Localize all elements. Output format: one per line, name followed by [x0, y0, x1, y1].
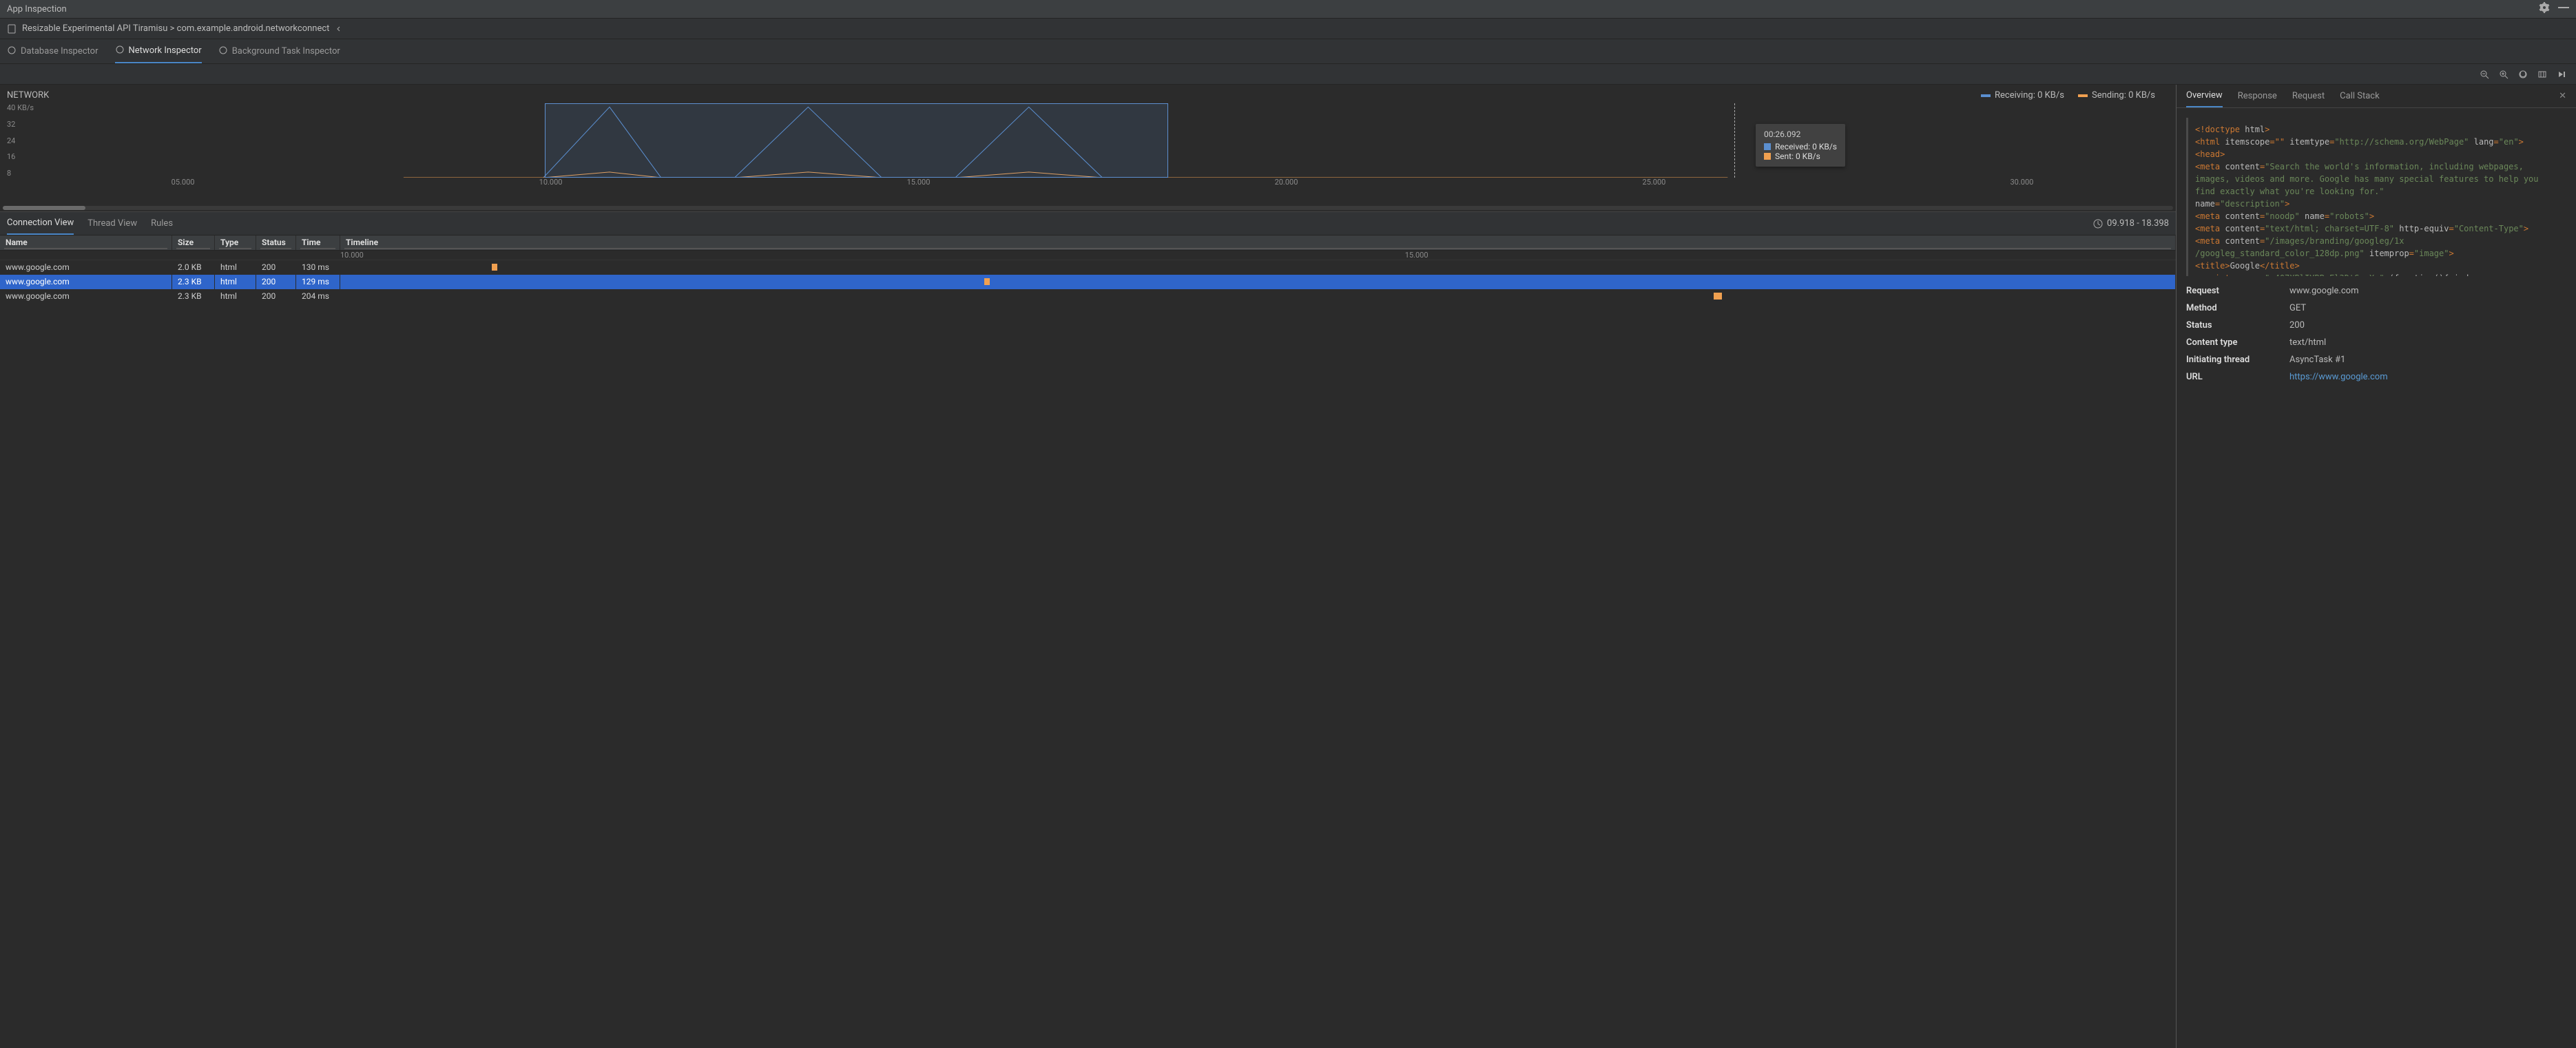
cursor-line [1734, 103, 1735, 178]
tab-label: Network Inspector [129, 45, 202, 56]
detail-key-request: Request [2186, 286, 2289, 296]
inspector-tab-background-task-inspector[interactable]: Background Task Inspector [218, 39, 340, 63]
network-title: NETWORK [7, 90, 49, 101]
detail-key-initiating-thread: Initiating thread [2186, 355, 2289, 365]
connection-tabs-row: Connection View Thread View Rules 09.918 -… [0, 212, 2176, 235]
column-header-time[interactable]: Time [296, 235, 340, 250]
zoom-in-button[interactable] [2496, 67, 2511, 82]
legend-sending: Sending: 0 KB/s [2078, 90, 2155, 101]
gear-icon[interactable] [2539, 2, 2550, 16]
request-details: Requestwww.google.comMethodGETStatus200C… [2177, 286, 2576, 392]
legend-receiving: Receiving: 0 KB/s [1981, 90, 2064, 101]
network-icon [115, 45, 125, 57]
column-header-name[interactable]: Name [0, 235, 172, 250]
database-icon [7, 45, 17, 58]
time-range-indicator: 09.918 - 18.398 [2093, 218, 2169, 229]
hover-tooltip: 00:26.092 Received: 0 KB/sSent: 0 KB/s [1756, 124, 1845, 167]
detail-value-request: www.google.com [2289, 286, 2566, 296]
list-icon [218, 45, 228, 58]
timeline-toolbar [0, 64, 2576, 85]
inspector-tabs: Database Inspector Network Inspector Backg… [0, 39, 2576, 64]
table-row[interactable]: www.google.com2.0 KBhtml200130 ms [0, 260, 2176, 275]
jump-to-latest-button[interactable] [2554, 67, 2569, 82]
detail-value-content-type: text/html [2289, 337, 2566, 348]
detail-tab-call-stack[interactable]: Call Stack [2340, 85, 2380, 107]
detail-tabs: Overview Response Request Call Stack ✕ [2177, 85, 2576, 108]
chart-scrollbar[interactable] [3, 206, 2173, 210]
response-body-preview[interactable]: <!doctype html><html itemscope="" itemty… [2186, 118, 2566, 276]
view-tab-rules[interactable]: Rules [151, 212, 173, 235]
detail-value-status: 200 [2289, 320, 2566, 331]
detail-value-initiating-thread: AsyncTask #1 [2289, 355, 2566, 365]
detail-pane: Overview Response Request Call Stack ✕ <!doc… [2177, 85, 2576, 1048]
y-axis-labels: 40 KB/s3224168 [7, 103, 34, 178]
detail-value-method: GET [2289, 303, 2566, 313]
close-icon[interactable]: ✕ [2559, 91, 2566, 101]
detail-tab-response[interactable]: Response [2238, 85, 2277, 107]
device-label: Resizable Experimental API Tiramisu > co… [22, 23, 329, 34]
minimize-icon[interactable] [2558, 2, 2569, 16]
device-selector[interactable]: Resizable Experimental API Tiramisu > co… [0, 19, 2576, 39]
zoom-out-button[interactable] [2477, 67, 2492, 82]
zoom-selection-button[interactable] [2535, 67, 2550, 82]
chevron-down-icon [335, 25, 342, 32]
tab-label: Background Task Inspector [232, 46, 340, 56]
view-tab-connection-view[interactable]: Connection View [7, 212, 74, 235]
reset-zoom-button[interactable] [2515, 67, 2531, 82]
tab-label: Database Inspector [21, 46, 98, 56]
column-header-status[interactable]: Status [256, 235, 296, 250]
inspector-tab-network-inspector[interactable]: Network Inspector [115, 39, 202, 63]
inspector-tab-database-inspector[interactable]: Database Inspector [7, 39, 98, 63]
column-header-timeline[interactable]: Timeline [340, 235, 2176, 250]
view-tab-thread-view[interactable]: Thread View [87, 212, 137, 235]
window-title: App Inspection [7, 4, 67, 14]
title-bar: App Inspection [0, 0, 2576, 19]
detail-key-method: Method [2186, 303, 2289, 313]
connections-table: NameSizeTypeStatusTimeTimeline 10.00015.… [0, 235, 2176, 1048]
x-axis-labels: 05.00010.00015.00020.00025.00030.000 [36, 178, 2169, 191]
column-header-size[interactable]: Size [172, 235, 215, 250]
detail-key-status: Status [2186, 320, 2289, 331]
detail-value-url[interactable]: https://www.google.com [2289, 372, 2566, 382]
detail-key-content-type: Content type [2186, 337, 2289, 348]
network-chart[interactable]: NETWORK Receiving: 0 KB/s Sending: 0 KB/… [0, 85, 2176, 212]
column-header-type[interactable]: Type [215, 235, 256, 250]
detail-tab-overview[interactable]: Overview [2186, 85, 2223, 107]
table-row[interactable]: www.google.com2.3 KBhtml200129 ms [0, 275, 2176, 289]
table-row[interactable]: www.google.com2.3 KBhtml200204 ms [0, 289, 2176, 304]
clock-icon [2093, 219, 2103, 229]
detail-key-url: URL [2186, 372, 2289, 382]
detail-tab-request[interactable]: Request [2292, 85, 2325, 107]
device-icon [7, 24, 17, 34]
selection-rect[interactable] [545, 103, 1169, 178]
